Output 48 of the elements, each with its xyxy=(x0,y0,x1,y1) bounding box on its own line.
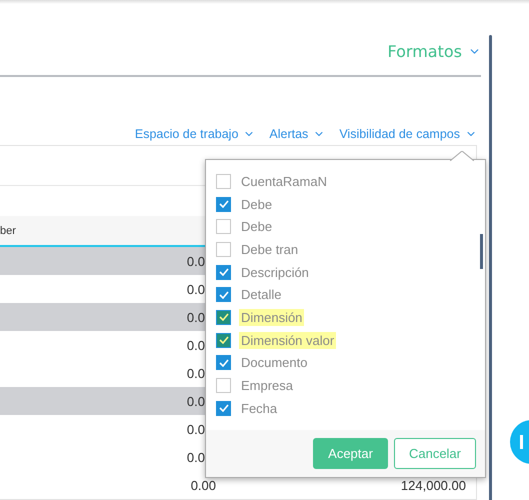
field-label: Empresa xyxy=(240,377,294,394)
field-label: Documento xyxy=(240,354,308,372)
table-cell-text: 0.0 xyxy=(186,422,205,436)
table-cell-text: 124,000.00 xyxy=(400,478,466,492)
table-cell-text: 0.0 xyxy=(186,282,205,296)
field-label: Dimensión xyxy=(239,308,304,326)
checkbox[interactable] xyxy=(216,400,231,416)
checkbox[interactable] xyxy=(216,332,231,348)
checkmark-icon xyxy=(218,268,228,276)
checkbox[interactable] xyxy=(216,310,231,325)
accept-button[interactable]: Aceptar xyxy=(313,438,388,469)
checkbox[interactable] xyxy=(216,174,231,189)
table-cell-text: 0.0 xyxy=(186,338,205,352)
table-cell-text: 0.0 xyxy=(186,366,205,380)
field-label: Dimensión valor xyxy=(239,332,336,349)
table-cell-text: 0.0 xyxy=(186,394,205,408)
table-cell-text: 0.0 xyxy=(186,310,205,324)
field-label: Descripción xyxy=(240,264,310,281)
checkbox[interactable] xyxy=(216,378,231,394)
checkmark-icon xyxy=(218,200,228,208)
bar-icon xyxy=(520,435,523,449)
scrollbar[interactable] xyxy=(480,234,483,269)
checkmark-icon xyxy=(218,290,228,299)
field-label: Debe tran xyxy=(240,240,300,258)
formats-menu[interactable]: Formatos xyxy=(387,42,481,75)
table-cell-text: 0.0 xyxy=(186,254,205,268)
toolbar-link[interactable]: Visibilidad de campos xyxy=(339,127,477,141)
checkbox[interactable] xyxy=(216,196,231,212)
cancel-button[interactable]: Cancelar xyxy=(394,438,476,469)
checkbox[interactable] xyxy=(216,219,231,234)
checkbox[interactable] xyxy=(216,287,231,302)
checkbox[interactable] xyxy=(216,355,231,370)
toolbar-link[interactable]: Espacio de trabajo xyxy=(134,127,256,141)
field-label: Detalle xyxy=(240,286,282,304)
checkmark-icon xyxy=(218,404,228,412)
table-cell-text: 0.0 xyxy=(186,450,205,464)
checkmark-icon xyxy=(218,313,228,322)
checkbox[interactable] xyxy=(216,264,231,280)
table-cell-text: 0.00 xyxy=(190,478,216,492)
field-label: Fecha xyxy=(240,400,278,417)
field-label: Debe xyxy=(240,218,274,236)
toolbar-link[interactable]: Alertas xyxy=(269,127,326,141)
column-header: ber xyxy=(0,224,16,236)
checkmark-icon xyxy=(218,336,228,344)
field-label: Debe xyxy=(240,196,274,213)
checkbox[interactable] xyxy=(216,242,231,257)
checkmark-icon xyxy=(218,358,228,367)
field-label: CuentaRamaN xyxy=(240,172,328,190)
